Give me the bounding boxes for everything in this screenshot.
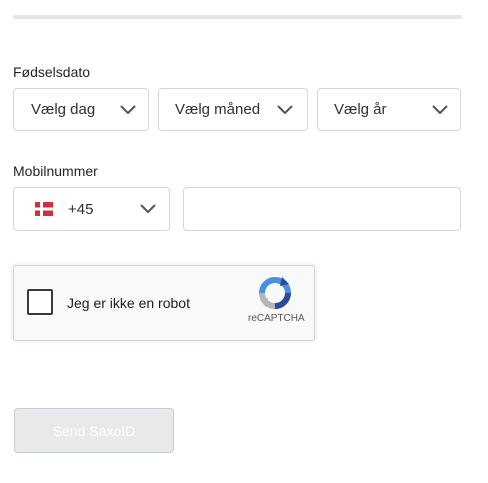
mobile-label: Mobilnummer xyxy=(13,163,98,179)
mobile-number-input[interactable] xyxy=(183,187,461,231)
recaptcha-widget: Jeg er ikke en robot reCAPTCHA xyxy=(13,265,315,341)
day-select-value: Vælg dag xyxy=(31,101,96,118)
top-divider xyxy=(13,15,462,19)
chevron-down-icon xyxy=(120,105,136,115)
recaptcha-brand: reCAPTCHA xyxy=(248,313,305,324)
send-saxoid-button[interactable]: Send SaxoID xyxy=(14,408,174,453)
country-code-value: +45 xyxy=(68,200,94,218)
recaptcha-logo-icon xyxy=(258,276,292,310)
day-select[interactable]: Vælg dag xyxy=(13,88,149,131)
chevron-down-icon xyxy=(432,105,448,115)
recaptcha-label: Jeg er ikke en robot xyxy=(67,295,190,311)
country-code-select[interactable]: +45 xyxy=(13,187,170,231)
month-select-value: Vælg måned xyxy=(175,101,261,118)
recaptcha-checkbox[interactable] xyxy=(27,289,53,315)
chevron-down-icon xyxy=(140,204,156,214)
birthdate-label: Fødselsdato xyxy=(13,64,91,80)
month-select[interactable]: Vælg måned xyxy=(158,88,308,131)
year-select-value: Vælg år xyxy=(334,101,387,118)
denmark-flag-icon xyxy=(35,202,53,216)
year-select[interactable]: Vælg år xyxy=(317,88,461,131)
chevron-down-icon xyxy=(277,105,293,115)
